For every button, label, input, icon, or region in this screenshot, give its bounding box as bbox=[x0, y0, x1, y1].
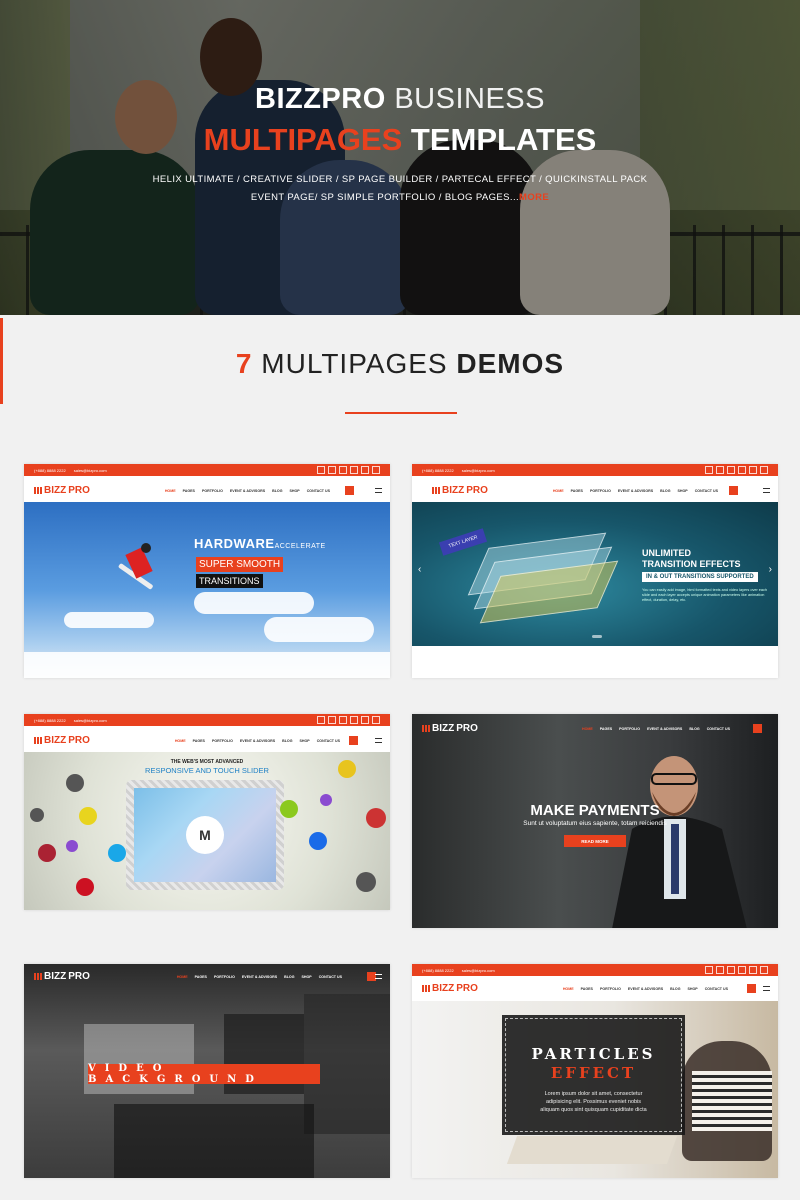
demo-card-4[interactable]: BIZZ PRO HOME PAGES PORTFOLIO EVENT & ADVISO… bbox=[412, 714, 778, 928]
demo-navbar: BIZZ PRO HOME PAGES PORTFOLIO EVENT & ADVISO… bbox=[412, 716, 778, 741]
particles-text-2: adipisicing elit. Possimus eveniet nobis bbox=[545, 1099, 642, 1105]
slide-subtitle: Sunt ut voluptatum eius sapiente, totam … bbox=[523, 820, 667, 827]
read-more-button[interactable]: READ MORE bbox=[564, 835, 626, 847]
slide-red-label: SUPER SMOOTH bbox=[196, 557, 284, 572]
demo-topbar: (+888) 8888 2222 sales@bizpro.com bbox=[412, 964, 778, 976]
hero-title-line-1: BIZZPRO BUSINESS bbox=[255, 83, 545, 115]
particles-title: PARTICLES bbox=[531, 1045, 656, 1063]
demo-navbar: BIZZ PRO HOME PAGES PORTFOLIO EVENT & ADVISO… bbox=[412, 478, 778, 503]
snowboarder-icon bbox=[118, 543, 153, 590]
menu-icon[interactable] bbox=[375, 974, 382, 979]
search-icon[interactable] bbox=[753, 724, 762, 733]
menu-icon[interactable] bbox=[375, 738, 382, 743]
particles-text-3: aliquam quos sint quisquam cupiditate di… bbox=[540, 1107, 647, 1113]
demo-navbar: BIZZ PRO HOME PAGES PORTFOLIO EVENT & ADVISO… bbox=[412, 976, 778, 1001]
video-background-label: VIDEO BACKGROUND bbox=[88, 1063, 320, 1085]
particles-box: PARTICLES EFFECT Lorem ipsum dolor sit a… bbox=[502, 1015, 685, 1135]
bizzpro-logo: BIZZ PRO bbox=[422, 983, 478, 994]
demo-navbar: BIZZ PRO HOME PAGES PORTFOLIO EVENT & ADVISO… bbox=[24, 728, 390, 753]
particles-text-1: Lorem ipsum dolor sit amet, consectetur bbox=[544, 1091, 643, 1097]
slide-paragraph: You can easily add image, html formatted… bbox=[642, 588, 768, 602]
menu-icon[interactable] bbox=[375, 488, 382, 493]
hero-title-line-2: MULTIPAGES TEMPLATES bbox=[203, 122, 597, 157]
menu-icon[interactable] bbox=[763, 488, 770, 493]
demo-card-5[interactable]: BIZZ PRO HOME PAGES PORTFOLIO EVENT & ADVISO… bbox=[24, 964, 390, 1178]
slider-dots[interactable] bbox=[592, 635, 602, 638]
menu-icon[interactable] bbox=[763, 986, 770, 991]
bizzpro-logo: BIZZ PRO bbox=[422, 723, 478, 734]
slide-black-label: TRANSITIONS bbox=[196, 574, 263, 588]
slide-line-1: UNLIMITED bbox=[642, 548, 691, 558]
demo-card-2[interactable]: (+888) 8888 2222 sales@bizpro.com BIZZ PRO… bbox=[412, 464, 778, 678]
search-icon[interactable] bbox=[349, 736, 358, 745]
slide-transitions: TEXT LAYER ‹ › UNLIMITED TRANSITION EFFE… bbox=[412, 502, 778, 646]
hero-subtitle-2: EVENT PAGE/ SP SIMPLE PORTFOLIO / BLOG P… bbox=[250, 192, 550, 203]
slide-payments: BIZZ PRO HOME PAGES PORTFOLIO EVENT & ADVISO… bbox=[412, 714, 778, 928]
bizzpro-logo: BIZZ PRO bbox=[34, 485, 90, 496]
next-arrow-icon[interactable]: › bbox=[769, 564, 772, 575]
businessman-image bbox=[612, 756, 747, 928]
bizzpro-logo: BIZZ PRO bbox=[34, 735, 90, 746]
demo-topbar: (+888) 8888 2222 sales@bizpro.com bbox=[412, 464, 778, 476]
slide-heading: RESPONSIVE AND TOUCH SLIDER bbox=[145, 766, 269, 775]
slide-kicker: THE WEB'S MOST ADVANCED bbox=[170, 759, 244, 765]
demo-topbar: (+888) 8888 2222 sales@bizpro.com bbox=[24, 464, 390, 476]
section-title: 7 MULTIPAGES DEMOS bbox=[235, 348, 565, 379]
slide-bar: IN & OUT TRANSITIONS SUPPORTED bbox=[642, 572, 758, 582]
bizzpro-logo: BIZZ PRO bbox=[422, 485, 488, 496]
search-icon[interactable] bbox=[747, 984, 756, 993]
more-link[interactable]: MORE bbox=[519, 192, 549, 203]
search-icon[interactable] bbox=[729, 486, 738, 495]
demo-topbar: (+888) 8888 2222 sales@bizpro.com bbox=[24, 714, 390, 726]
bizzpro-logo: BIZZ PRO bbox=[34, 971, 90, 982]
demo-card-3[interactable]: (+888) 8888 2222 sales@bizpro.com BIZZ PRO… bbox=[24, 714, 390, 910]
slide-line-2: TRANSITION EFFECTS bbox=[642, 559, 741, 569]
effect-title: EFFECT bbox=[550, 1064, 637, 1082]
prev-arrow-icon[interactable]: ‹ bbox=[418, 564, 421, 575]
hero-banner: BIZZPRO BUSINESS MULTIPAGES TEMPLATES HE… bbox=[0, 0, 800, 315]
slide-hardware: HARDWAREACCELERATE SUPER SMOOTH TRANSITI… bbox=[24, 502, 390, 678]
section-title-underline bbox=[345, 412, 457, 414]
demo-navbar: BIZZ PRO HOME PAGES PORTFOLIO EVENT & ADVISO… bbox=[24, 478, 390, 503]
tablet-mockup: M bbox=[126, 780, 284, 890]
demo-card-1[interactable]: (+888) 8888 2222 sales@bizpro.com BIZZ PRO… bbox=[24, 464, 390, 678]
slide-responsive: THE WEB'S MOST ADVANCED RESPONSIVE AND T… bbox=[24, 752, 390, 910]
m-logo-icon: M bbox=[186, 816, 224, 854]
demo-navbar: BIZZ PRO HOME PAGES PORTFOLIO EVENT & ADVISO… bbox=[24, 964, 390, 989]
slide-title: MAKE PAYMENTS bbox=[530, 802, 660, 819]
slide-particles: PARTICLES EFFECT Lorem ipsum dolor sit a… bbox=[412, 1001, 778, 1178]
hero-subtitle-1: HELIX ULTIMATE / CREATIVE SLIDER / SP PA… bbox=[152, 174, 648, 185]
slide-title: HARDWAREACCELERATE bbox=[194, 536, 326, 551]
demo-card-6[interactable]: (+888) 8888 2222 sales@bizpro.com BIZZ PRO… bbox=[412, 964, 778, 1178]
search-icon[interactable] bbox=[345, 486, 354, 495]
text-layer-badge: TEXT LAYER bbox=[438, 528, 488, 556]
